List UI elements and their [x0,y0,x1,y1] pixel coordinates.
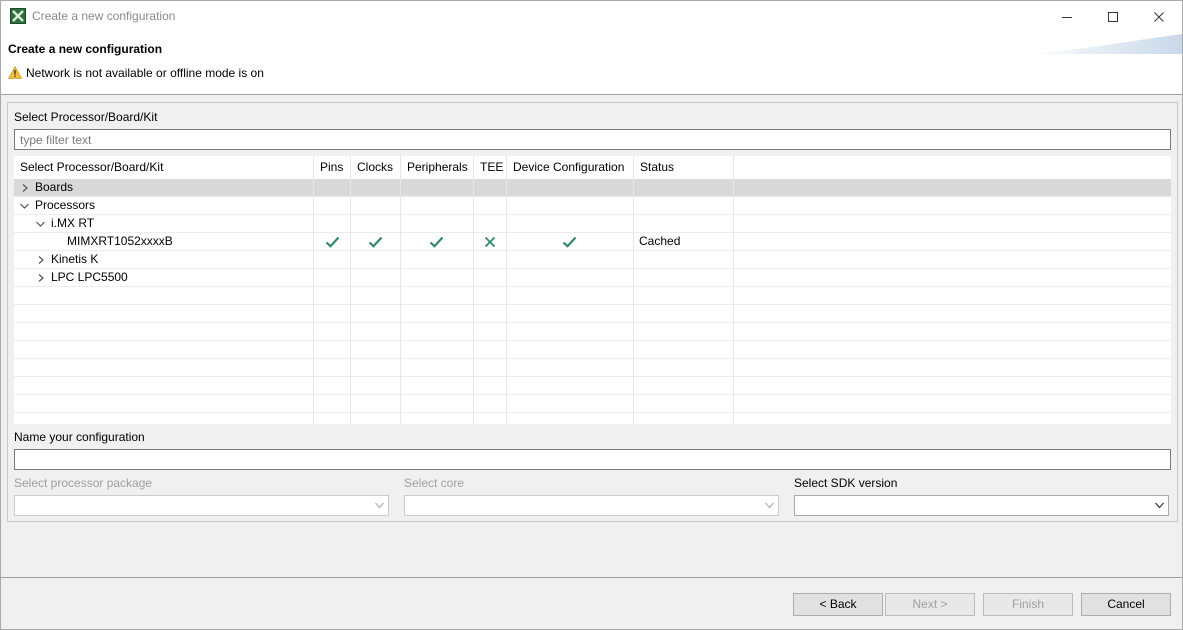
dialog-header: Create a new configuration Network is no… [1,32,1182,95]
chevron-down-icon[interactable] [20,202,29,210]
close-button[interactable] [1136,1,1182,32]
tree-row-lpc-lpc5500[interactable]: LPC LPC5500 [14,269,1171,287]
core-label: Select core [404,476,465,490]
dialog-window: Create a new configuration Create a new … [0,0,1183,630]
filter-input[interactable] [15,130,1170,149]
maximize-button[interactable] [1090,1,1136,32]
back-button[interactable]: < Back [793,593,883,616]
column-divider [633,179,634,424]
column-divider [400,179,401,424]
tree-row-processors[interactable]: Processors [14,197,1171,215]
next-button[interactable]: Next > [885,593,975,616]
tree-row-label: MIMXRT1052xxxxB [67,234,173,248]
title-bar: Create a new configuration [1,1,1182,32]
column-divider [506,179,507,424]
processor-package-select[interactable] [14,495,389,516]
chevron-down-icon[interactable] [36,220,45,228]
tree-row-label: i.MX RT [51,216,95,230]
footer-separator [1,577,1182,578]
column-divider [733,179,734,424]
cancel-button[interactable]: Cancel [1081,593,1171,616]
window-title: Create a new configuration [32,9,176,23]
tree-row-label: Processors [35,198,96,212]
filter-field[interactable] [14,129,1171,150]
status-cell: Cached [639,234,681,248]
tree-row-mimxrt1052[interactable]: MIMXRT1052xxxxB Cached [14,233,1171,251]
column-header-device-configuration[interactable]: Device Configuration [507,156,634,179]
column-header-clocks[interactable]: Clocks [351,156,401,179]
core-select[interactable] [404,495,779,516]
device-configuration-check-icon [562,236,577,248]
finish-button[interactable]: Finish [983,593,1073,616]
sdk-version-select[interactable] [794,495,1169,516]
table-header: Select Processor/Board/Kit Pins Clocks P… [14,156,1171,179]
peripherals-check-icon [429,236,444,248]
configuration-name-input[interactable] [15,450,1170,469]
column-divider [350,179,351,424]
sdk-version-label: Select SDK version [794,476,898,490]
tree-row-imx-rt[interactable]: i.MX RT [14,215,1171,233]
tree-row-kinetis-k[interactable]: Kinetis K [14,251,1171,269]
empty-row [14,305,1171,323]
pins-check-icon [325,236,340,248]
empty-row [14,359,1171,377]
processor-package-label: Select processor package [14,476,153,490]
column-divider [313,179,314,424]
selector-label: Select Processor/Board/Kit [14,110,158,124]
processor-tree-table[interactable]: Select Processor/Board/Kit Pins Clocks P… [14,156,1171,424]
tree-row-boards[interactable]: Boards [14,179,1171,197]
warning-icon [8,66,22,79]
close-icon [1154,12,1164,22]
tree-row-label: Kinetis K [51,252,99,266]
header-title: Create a new configuration [8,42,163,56]
chevron-right-icon[interactable] [21,184,29,192]
app-icon [10,8,26,24]
column-header-pins[interactable]: Pins [314,156,351,179]
clocks-check-icon [368,236,383,248]
empty-row [14,341,1171,359]
column-header-peripherals[interactable]: Peripherals [401,156,474,179]
empty-row [14,395,1171,413]
tree-row-label: Boards [35,180,74,194]
column-header-name[interactable]: Select Processor/Board/Kit [14,156,314,179]
empty-row [14,323,1171,341]
empty-row [14,413,1171,424]
network-warning-message: Network is not available or offline mode… [26,66,264,80]
minimize-icon [1062,17,1072,18]
empty-row [14,377,1171,395]
name-config-label: Name your configuration [14,430,145,444]
column-header-tee[interactable]: TEE [474,156,507,179]
maximize-icon [1108,12,1118,22]
column-divider [473,179,474,424]
dropdown-arrow-icon [765,502,774,509]
minimize-button[interactable] [1044,1,1090,32]
empty-row [14,287,1171,305]
tee-cross-icon [484,236,496,248]
dropdown-arrow-icon [375,502,384,509]
column-header-status[interactable]: Status [634,156,734,179]
dropdown-arrow-icon [1155,502,1164,509]
chevron-right-icon[interactable] [37,274,45,282]
configuration-name-field[interactable] [14,449,1171,470]
chevron-right-icon[interactable] [37,256,45,264]
tree-row-label: LPC LPC5500 [51,270,128,284]
header-banner-graphic [1022,34,1182,54]
